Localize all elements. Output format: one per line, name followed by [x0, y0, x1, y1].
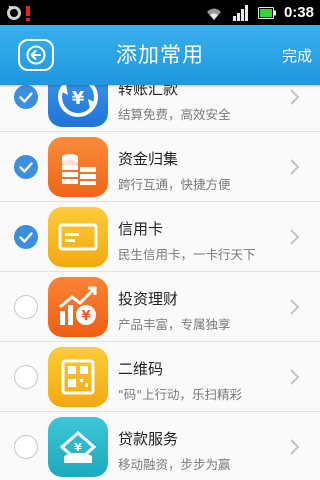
item-title: 信用卡: [118, 220, 164, 238]
svg-text:¥: ¥: [72, 88, 85, 109]
status-time: 0:38: [283, 4, 314, 21]
item-title: 二维码: [118, 360, 164, 378]
alert-icon: [26, 5, 30, 21]
item-subtitle: 民生信用卡，一卡行天下: [118, 247, 256, 262]
credit-card-icon: [48, 207, 108, 267]
investment-icon: ¥: [48, 277, 108, 337]
list-item-loan[interactable]: ¥ 贷款服务 移动融资，步步为赢: [0, 412, 320, 480]
item-title: 贷款服务: [118, 430, 179, 448]
checkbox-checked[interactable]: [14, 155, 38, 179]
chevron-right-icon: [290, 89, 300, 105]
item-subtitle: 结算免费，高效安全: [118, 107, 231, 122]
qr-code-icon: [48, 347, 108, 407]
status-left: [6, 3, 32, 22]
loan-icon: ¥: [48, 417, 108, 477]
list-item-credit-card[interactable]: 信用卡 民生信用卡，一卡行天下: [0, 202, 320, 272]
notification-icon: [7, 5, 21, 20]
list-item-fund-collection[interactable]: 资金归集 跨行互通，快捷方便: [0, 132, 320, 202]
battery-icon: [257, 6, 276, 19]
item-title: 投资理财: [118, 290, 179, 308]
title-bar: 添加常用 完成: [0, 25, 320, 85]
item-subtitle: 产品丰富，专属独享: [118, 317, 231, 332]
item-subtitle: "码"上行动，乐扫精彩: [118, 387, 242, 402]
chevron-right-icon: [290, 439, 300, 455]
checkbox-unchecked[interactable]: [14, 295, 38, 319]
item-subtitle: 移动融资，步步为赢: [118, 457, 231, 472]
function-list[interactable]: ¥ 转账汇款 结算免费，高效安全 资金归集 跨行互通，快捷方便 信用卡 民生信用…: [0, 62, 320, 480]
status-right: 0:38: [204, 0, 314, 25]
svg-text:¥: ¥: [81, 309, 90, 324]
status-bar: 0:38: [0, 0, 320, 25]
chevron-right-icon: [290, 229, 300, 245]
checkmark-icon: [19, 92, 33, 103]
checkbox-unchecked[interactable]: [14, 365, 38, 389]
signal-icon: [232, 4, 248, 21]
checkmark-icon: [19, 232, 33, 243]
checkbox-checked[interactable]: [14, 85, 38, 109]
checkbox-unchecked[interactable]: [14, 435, 38, 459]
list-item-qr-code[interactable]: 二维码 "码"上行动，乐扫精彩: [0, 342, 320, 412]
svg-text:¥: ¥: [74, 441, 82, 454]
list-item-investment[interactable]: ¥ 投资理财 产品丰富，专属独享: [0, 272, 320, 342]
item-subtitle: 跨行互通，快捷方便: [118, 177, 231, 192]
checkbox-checked[interactable]: [14, 225, 38, 249]
page-title: 添加常用: [116, 43, 204, 67]
wifi-icon: [206, 8, 221, 20]
item-title: 资金归集: [118, 150, 179, 168]
chevron-right-icon: [290, 299, 300, 315]
chevron-right-icon: [290, 369, 300, 385]
coins-icon: [48, 137, 108, 197]
checkmark-icon: [19, 162, 33, 173]
done-button[interactable]: 完成: [282, 45, 312, 66]
chevron-right-icon: [290, 159, 300, 175]
